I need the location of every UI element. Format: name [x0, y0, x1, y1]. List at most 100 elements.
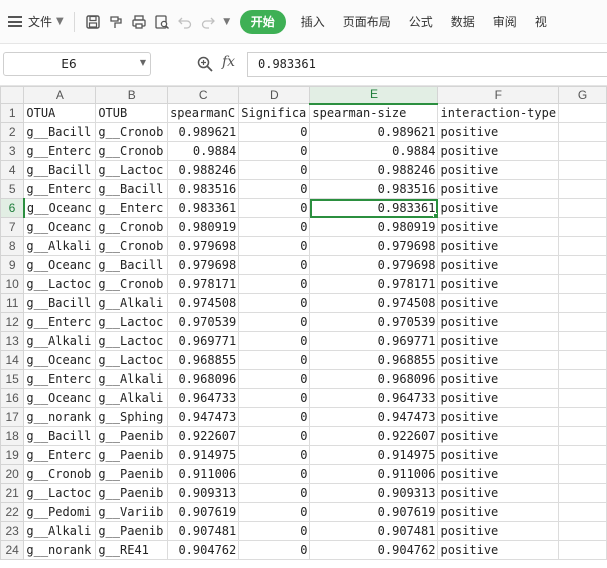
cell-e22[interactable]: 0.907619 [309, 502, 439, 522]
cell-b1[interactable]: OTUB [95, 103, 169, 123]
cell-e4[interactable]: 0.988246 [309, 160, 439, 180]
cell-c23[interactable]: 0.907481 [167, 521, 240, 541]
cell-a23[interactable]: g__Alkali [23, 521, 97, 541]
cell-c21[interactable]: 0.909313 [167, 483, 240, 503]
column-header-e[interactable]: E [309, 86, 439, 105]
cell-f7[interactable]: positive [437, 217, 560, 237]
cell-f8[interactable]: positive [437, 236, 560, 256]
row-header[interactable]: 15 [0, 369, 25, 389]
cell-c15[interactable]: 0.968096 [167, 369, 240, 389]
row-header[interactable]: 4 [0, 160, 25, 180]
cell-b2[interactable]: g__Cronob [95, 122, 169, 142]
cell-e20[interactable]: 0.911006 [309, 464, 439, 484]
cell-g10[interactable] [558, 274, 607, 294]
cell-e12[interactable]: 0.970539 [309, 312, 439, 332]
cell-f17[interactable]: positive [437, 407, 560, 427]
cell-a19[interactable]: g__Enterc [23, 445, 97, 465]
row-header[interactable]: 6 [0, 198, 25, 218]
cell-e14[interactable]: 0.968855 [309, 350, 439, 370]
row-header[interactable]: 1 [0, 103, 25, 123]
cell-a11[interactable]: g__Bacill [23, 293, 97, 313]
cell-d18[interactable]: 0 [238, 426, 311, 446]
cell-a24[interactable]: g__norank [23, 540, 97, 560]
cell-g20[interactable] [558, 464, 607, 484]
row-header[interactable]: 3 [0, 141, 25, 161]
formula-input[interactable]: 0.983361 [247, 52, 607, 77]
cell-a2[interactable]: g__Bacill [23, 122, 97, 142]
cell-g12[interactable] [558, 312, 607, 332]
cell-c13[interactable]: 0.969771 [167, 331, 240, 351]
cell-b21[interactable]: g__Paenib [95, 483, 169, 503]
cell-f10[interactable]: positive [437, 274, 560, 294]
cell-g4[interactable] [558, 160, 607, 180]
cell-b8[interactable]: g__Cronob [95, 236, 169, 256]
cell-b10[interactable]: g__Cronob [95, 274, 169, 294]
cell-d3[interactable]: 0 [238, 141, 311, 161]
column-header-d[interactable]: D [238, 86, 311, 104]
cell-b20[interactable]: g__Paenib [95, 464, 169, 484]
column-header-g[interactable]: G [558, 86, 607, 104]
cell-a22[interactable]: g__Pedomi [23, 502, 97, 522]
cell-d6[interactable]: 0 [238, 198, 311, 218]
cell-f16[interactable]: positive [437, 388, 560, 408]
cell-a17[interactable]: g__norank [23, 407, 97, 427]
cell-e24[interactable]: 0.904762 [309, 540, 439, 560]
cell-e23[interactable]: 0.907481 [309, 521, 439, 541]
cell-d7[interactable]: 0 [238, 217, 311, 237]
cell-b13[interactable]: g__Lactoc [95, 331, 169, 351]
cell-a6[interactable]: g__Oceanc [23, 198, 97, 218]
cell-f21[interactable]: positive [437, 483, 560, 503]
cell-c6[interactable]: 0.983361 [167, 198, 240, 218]
cell-d1[interactable]: Significa [238, 103, 311, 123]
cell-b24[interactable]: g__RE41 [95, 540, 169, 560]
cell-e8[interactable]: 0.979698 [309, 236, 439, 256]
cell-b6[interactable]: g__Enterc [95, 198, 169, 218]
cell-a8[interactable]: g__Alkali [23, 236, 97, 256]
zoom-magnifier-icon[interactable] [196, 55, 214, 73]
column-header-c[interactable]: C [167, 86, 240, 104]
cell-e16[interactable]: 0.964733 [309, 388, 439, 408]
cell-a12[interactable]: g__Enterc [23, 312, 97, 332]
cell-a20[interactable]: g__Cronob [23, 464, 97, 484]
cell-c19[interactable]: 0.914975 [167, 445, 240, 465]
cell-f1[interactable]: interaction-type [437, 103, 560, 123]
cell-c12[interactable]: 0.970539 [167, 312, 240, 332]
cell-c16[interactable]: 0.964733 [167, 388, 240, 408]
cell-f22[interactable]: positive [437, 502, 560, 522]
cell-g16[interactable] [558, 388, 607, 408]
cell-a10[interactable]: g__Lactoc [23, 274, 97, 294]
cell-f14[interactable]: positive [437, 350, 560, 370]
cell-b14[interactable]: g__Lactoc [95, 350, 169, 370]
cell-e5[interactable]: 0.983516 [309, 179, 439, 199]
cell-d20[interactable]: 0 [238, 464, 311, 484]
cell-e19[interactable]: 0.914975 [309, 445, 439, 465]
cell-d15[interactable]: 0 [238, 369, 311, 389]
cell-b9[interactable]: g__Bacill [95, 255, 169, 275]
cell-e18[interactable]: 0.922607 [309, 426, 439, 446]
row-header[interactable]: 13 [0, 331, 25, 351]
cell-e10[interactable]: 0.978171 [309, 274, 439, 294]
cell-d19[interactable]: 0 [238, 445, 311, 465]
cell-c24[interactable]: 0.904762 [167, 540, 240, 560]
cell-f24[interactable]: positive [437, 540, 560, 560]
cell-g3[interactable] [558, 141, 607, 161]
cell-e9[interactable]: 0.979698 [309, 255, 439, 275]
row-header[interactable]: 14 [0, 350, 25, 370]
cell-d23[interactable]: 0 [238, 521, 311, 541]
chevron-down-icon[interactable]: ▼ [140, 58, 146, 67]
cell-b4[interactable]: g__Lactoc [95, 160, 169, 180]
tab-insert[interactable]: 插入 [292, 10, 334, 34]
cell-g17[interactable] [558, 407, 607, 427]
cell-e21[interactable]: 0.909313 [309, 483, 439, 503]
cell-b5[interactable]: g__Bacill [95, 179, 169, 199]
file-menu[interactable]: 文件 ▼ [0, 8, 70, 36]
cell-f18[interactable]: positive [437, 426, 560, 446]
cell-c18[interactable]: 0.922607 [167, 426, 240, 446]
row-header[interactable]: 19 [0, 445, 25, 465]
name-box[interactable]: E6 ▼ [3, 52, 151, 76]
cell-d13[interactable]: 0 [238, 331, 311, 351]
tab-data[interactable]: 数据 [442, 10, 484, 34]
cell-b12[interactable]: g__Lactoc [95, 312, 169, 332]
print-preview-icon[interactable] [153, 13, 171, 31]
row-header[interactable]: 9 [0, 255, 25, 275]
